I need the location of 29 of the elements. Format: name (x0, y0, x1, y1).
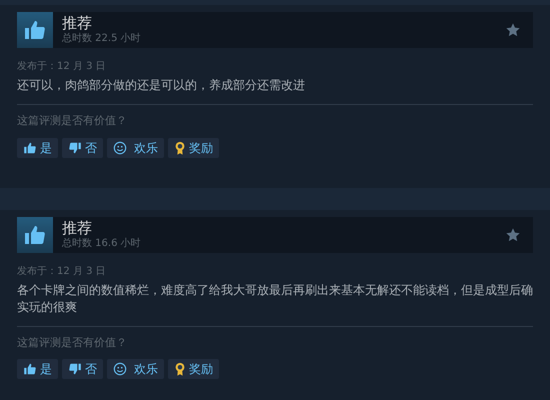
playtime: 总时数 22.5 小时 (62, 33, 141, 46)
vote-button[interactable]: 欢乐 (107, 359, 164, 379)
vote-button[interactable]: 是 (17, 138, 58, 158)
review-text: 还可以，肉鸽部分做的还是可以的，养成部分还需改进 (17, 77, 306, 94)
thumbs-up-icon (23, 140, 37, 154)
verdict-title: 推荐 (62, 14, 93, 32)
vote-button[interactable]: 否 (62, 138, 103, 158)
thumbs-down-icon (68, 140, 82, 154)
thumbs-down-icon (68, 362, 82, 376)
vote-button[interactable]: 是 (17, 359, 58, 379)
thumbs-up-icon (23, 362, 37, 376)
vote-button[interactable]: 否 (62, 359, 103, 379)
award-icon (174, 140, 186, 154)
review-text: 各个卡牌之间的数值稀烂，难度高了给我大哥放最后再刷出来基本无解还不能读档，但是成型后确实玩的很爽 (17, 282, 533, 316)
vote-button[interactable]: 奖励 (168, 359, 219, 379)
vote-button[interactable]: 欢乐 (107, 138, 164, 158)
playtime: 总时数 16.6 小时 (62, 238, 141, 250)
award-icon (174, 362, 186, 376)
vote-button[interactable]: 奖励 (168, 138, 219, 158)
thumbs-up-icon (23, 18, 47, 42)
posted-date: 发布于：12 月 3 日 (17, 264, 107, 278)
star-icon[interactable] (505, 226, 521, 242)
smiley-icon (113, 140, 127, 154)
helpful-question: 这篇评测是否有价值？ (17, 113, 128, 129)
star-icon[interactable] (505, 22, 521, 38)
posted-date: 发布于：12 月 3 日 (17, 60, 107, 74)
smiley-icon (113, 362, 127, 376)
verdict-title: 推荐 (62, 218, 93, 238)
helpful-question: 这篇评测是否有价值？ (17, 334, 128, 350)
